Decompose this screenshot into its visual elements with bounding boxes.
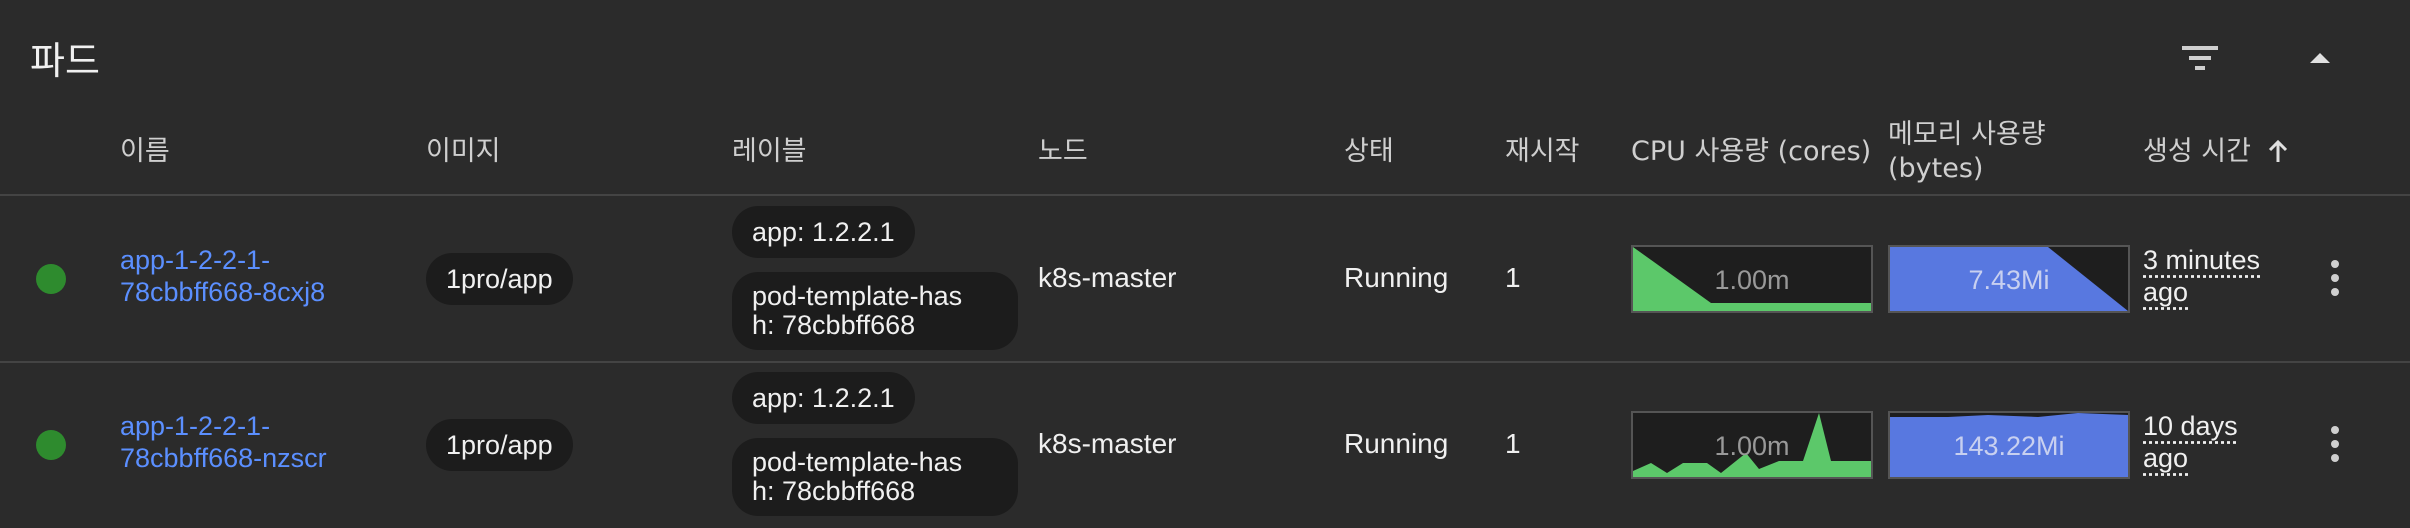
memory-value: 143.22Mi: [1953, 431, 2064, 461]
node-name: k8s-master: [1038, 428, 1177, 459]
filter-icon: [2182, 46, 2218, 70]
pod-status: Running: [1344, 428, 1449, 459]
creation-time-line1: 3 minutes: [2143, 245, 2261, 275]
label-template-line2: h: 78cbbff668: [752, 476, 916, 506]
column-header-image[interactable]: 이미지: [426, 135, 501, 169]
pod-name-line1: app-1-2-2-1-: [120, 411, 271, 441]
pod-name-link[interactable]: app-1-2-2-1- 78cbbff668-8cxj8: [120, 244, 325, 308]
label-chip-template: pod-template-has h: 78cbbff668: [732, 272, 1018, 350]
status-running-icon: [36, 264, 66, 294]
table-row: app-1-2-2-1- 78cbbff668-8cxj8 1pro/app a…: [0, 196, 2410, 362]
label-chip-app: app: 1.2.2.1: [732, 372, 915, 424]
column-header-memory-line1: 메모리 사용량: [1888, 119, 2046, 150]
column-header-created-label: 생성 시간: [2143, 136, 2251, 167]
pod-name-line2: 78cbbff668-nzscr: [120, 443, 327, 473]
cpu-value: 1.00m: [1714, 265, 1789, 295]
pod-name-line1: app-1-2-2-1-: [120, 245, 271, 275]
label-chip-app: app: 1.2.2.1: [732, 206, 915, 258]
node-name: k8s-master: [1038, 262, 1177, 293]
restart-count: 1: [1505, 262, 1521, 293]
column-header-restarts[interactable]: 재시작: [1505, 135, 1580, 169]
cpu-sparkline: 1.00m: [1631, 245, 1873, 313]
image-chip: 1pro/app: [426, 253, 573, 305]
label-template-line1: pod-template-has: [752, 281, 963, 311]
column-header-node[interactable]: 노드: [1038, 135, 1088, 169]
pod-name-link[interactable]: app-1-2-2-1- 78cbbff668-nzscr: [120, 410, 327, 474]
collapse-button[interactable]: [2300, 38, 2340, 78]
column-header-cpu[interactable]: CPU 사용량 (cores): [1631, 135, 1871, 169]
section-title: 파드: [30, 39, 100, 83]
label-template-line1: pod-template-has: [752, 447, 963, 477]
pods-card: 파드 이름 이미지 레이블 노드 상태 재시작 CPU 사용량 (cores) …: [0, 0, 2410, 528]
creation-time-line2: ago: [2143, 443, 2189, 473]
column-header-memory[interactable]: 메모리 사용량 (bytes): [1888, 118, 2046, 186]
cpu-value: 1.00m: [1714, 431, 1789, 461]
column-header-created[interactable]: 생성 시간: [2143, 135, 2290, 169]
status-running-icon: [36, 430, 66, 460]
more-actions-icon[interactable]: [2320, 420, 2350, 470]
image-chip: 1pro/app: [426, 419, 573, 471]
column-header-memory-line2: (bytes): [1888, 153, 1984, 184]
memory-sparkline: 143.22Mi: [1888, 411, 2130, 479]
chevron-up-icon: [2310, 53, 2330, 63]
creation-time-line1: 10 days: [2143, 411, 2238, 441]
column-header-labels[interactable]: 레이블: [732, 135, 807, 169]
pod-name-line2: 78cbbff668-8cxj8: [120, 277, 326, 307]
memory-sparkline: 7.43Mi: [1888, 245, 2130, 313]
column-header-status[interactable]: 상태: [1344, 135, 1394, 169]
creation-time[interactable]: 3 minutes ago: [2143, 244, 2260, 308]
label-template-line2: h: 78cbbff668: [752, 310, 916, 340]
label-chip-template: pod-template-has h: 78cbbff668: [732, 438, 1018, 516]
creation-time[interactable]: 10 days ago: [2143, 410, 2238, 474]
memory-value: 7.43Mi: [1968, 265, 2049, 295]
filter-button[interactable]: [2175, 38, 2225, 78]
cpu-sparkline: 1.00m: [1631, 411, 1873, 479]
column-header-name[interactable]: 이름: [120, 135, 170, 169]
table-row: app-1-2-2-1- 78cbbff668-nzscr 1pro/app a…: [0, 362, 2410, 528]
pod-status: Running: [1344, 262, 1449, 293]
creation-time-line2: ago: [2143, 277, 2189, 307]
arrow-up-icon: [2268, 139, 2287, 162]
more-actions-icon[interactable]: [2320, 254, 2350, 304]
restart-count: 1: [1505, 428, 1521, 459]
